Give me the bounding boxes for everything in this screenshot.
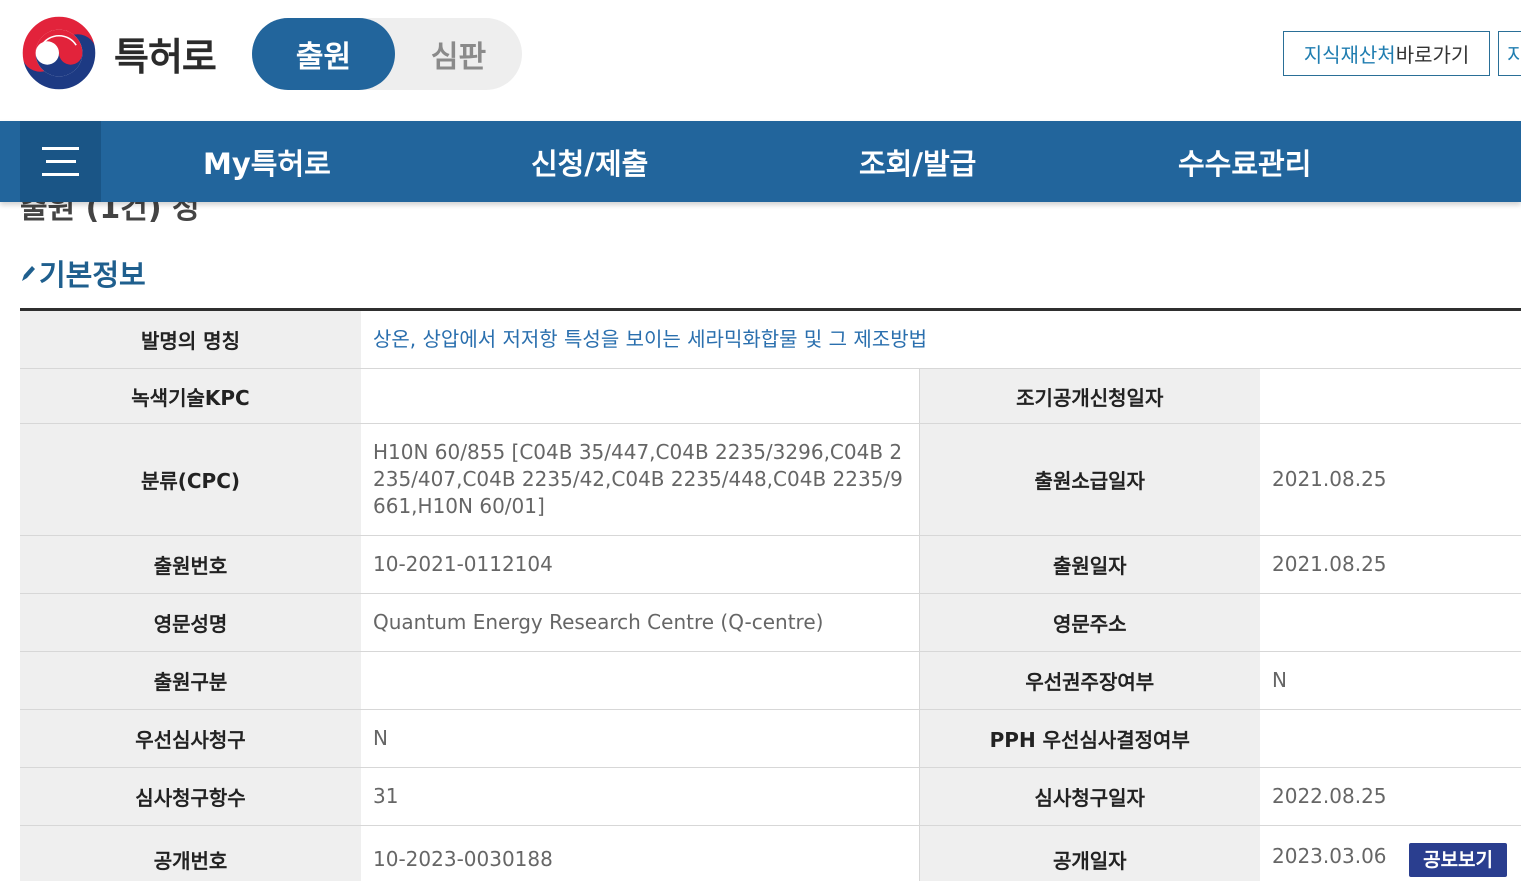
row-label: 영문주소	[918, 593, 1260, 652]
table-row: 출원번호 10-2021-0112104 출원일자 2021.08.25	[20, 535, 1521, 594]
home-logo[interactable]: 특허로	[20, 14, 217, 92]
second-shortcut-label: 지	[1507, 39, 1521, 68]
nav-inquiry-issue[interactable]: 조회/발급	[859, 121, 976, 202]
basic-info-table: 발명의 명칭 상온, 상압에서 저저항 특성을 보이는 세라믹화합물 및 그 제…	[20, 308, 1521, 881]
cpc-classification-value: H10N 60/855 [C04B 35/447,C04B 2235/3296,…	[361, 423, 919, 536]
row-label: 영문성명	[20, 593, 361, 652]
row-value	[1260, 593, 1521, 652]
publication-number-value: 10-2023-0030188	[361, 825, 919, 881]
toggle-trial[interactable]: 심판	[395, 18, 522, 90]
hamburger-menu-button[interactable]	[20, 121, 101, 202]
row-label: 조기공개신청일자	[918, 368, 1260, 424]
row-label: 우선심사청구	[20, 709, 361, 768]
row-value: 2022.08.25	[1260, 767, 1521, 826]
row-label: 출원일자	[918, 535, 1260, 594]
table-row: 출원구분 우선권주장여부 N	[20, 651, 1521, 710]
row-value: 2021.08.25	[1260, 423, 1521, 536]
hamburger-icon-line	[42, 147, 79, 150]
section-title: 기본정보	[39, 258, 146, 292]
table-row: 심사청구항수 31 심사청구일자 2022.08.25	[20, 767, 1521, 826]
row-value	[361, 368, 919, 424]
hamburger-icon-line	[42, 173, 79, 176]
table-row: 영문성명 Quantum Energy Research Centre (Q-c…	[20, 593, 1521, 652]
nav-my-patent[interactable]: My특허로	[203, 121, 331, 202]
row-label: 심사청구항수	[20, 767, 361, 826]
invention-title-label: 발명의 명칭	[20, 309, 361, 369]
row-label: 녹색기술KPC	[20, 368, 361, 424]
table-row: 우선심사청구 N PPH 우선심사결정여부	[20, 709, 1521, 768]
view-gazette-button[interactable]: 공보보기	[1409, 842, 1508, 877]
publication-date-cell: 2023.03.06 공보보기	[1260, 825, 1521, 881]
table-row: 발명의 명칭 상온, 상압에서 저저항 특성을 보이는 세라믹화합물 및 그 제…	[20, 309, 1521, 369]
mode-toggle: 출원 심판	[252, 18, 522, 90]
nav-fee-management[interactable]: 수수료관리	[1178, 121, 1311, 202]
row-value: N	[1260, 651, 1521, 710]
logo-text: 특허로	[114, 34, 217, 79]
table-row: 공개번호 10-2023-0030188 공개일자 2023.03.06 공보보…	[20, 825, 1521, 881]
nav-apply-submit[interactable]: 신청/제출	[531, 121, 648, 202]
row-value: N	[361, 709, 919, 768]
row-value: 31	[361, 767, 919, 826]
pencil-icon	[22, 266, 35, 281]
row-label: PPH 우선심사결정여부	[918, 709, 1260, 768]
row-label: 출원소급일자	[918, 423, 1260, 536]
second-shortcut-button[interactable]: 지	[1498, 31, 1521, 76]
row-value	[1260, 368, 1521, 424]
taegeuk-emblem-icon	[20, 14, 98, 92]
ip-office-shortcut-accent: 지식재산처	[1303, 43, 1396, 67]
row-value	[361, 651, 919, 710]
row-label: 심사청구일자	[918, 767, 1260, 826]
ip-office-shortcut-rest: 바로가기	[1395, 43, 1470, 67]
site-header: 특허로 출원 심판 지식재산처 바로가기 지	[0, 0, 1521, 121]
row-label: 공개번호	[20, 825, 361, 881]
row-label: 출원번호	[20, 535, 361, 594]
hamburger-icon-line	[45, 160, 76, 163]
row-label: 분류(CPC)	[20, 423, 361, 536]
invention-title-value: 상온, 상압에서 저저항 특성을 보이는 세라믹화합물 및 그 제조방법	[361, 309, 1521, 369]
application-number-value: 10-2021-0112104	[361, 535, 919, 594]
section-heading: 기본정보	[20, 252, 146, 294]
row-value: 2021.08.25	[1260, 535, 1521, 594]
row-value	[1260, 709, 1521, 768]
ip-office-shortcut-button[interactable]: 지식재산처 바로가기	[1283, 31, 1490, 76]
row-label: 우선권주장여부	[918, 651, 1260, 710]
row-label: 출원구분	[20, 651, 361, 710]
row-label: 공개일자	[918, 825, 1260, 881]
table-row: 분류(CPC) H10N 60/855 [C04B 35/447,C04B 22…	[20, 423, 1521, 536]
main-nav: My특허로 신청/제출 조회/발급 수수료관리	[0, 121, 1521, 202]
table-row: 녹색기술KPC 조기공개신청일자	[20, 368, 1521, 424]
publication-date-value: 2023.03.06	[1272, 843, 1387, 868]
toggle-application[interactable]: 출원	[252, 18, 395, 90]
english-name-value: Quantum Energy Research Centre (Q-centre…	[361, 593, 919, 652]
